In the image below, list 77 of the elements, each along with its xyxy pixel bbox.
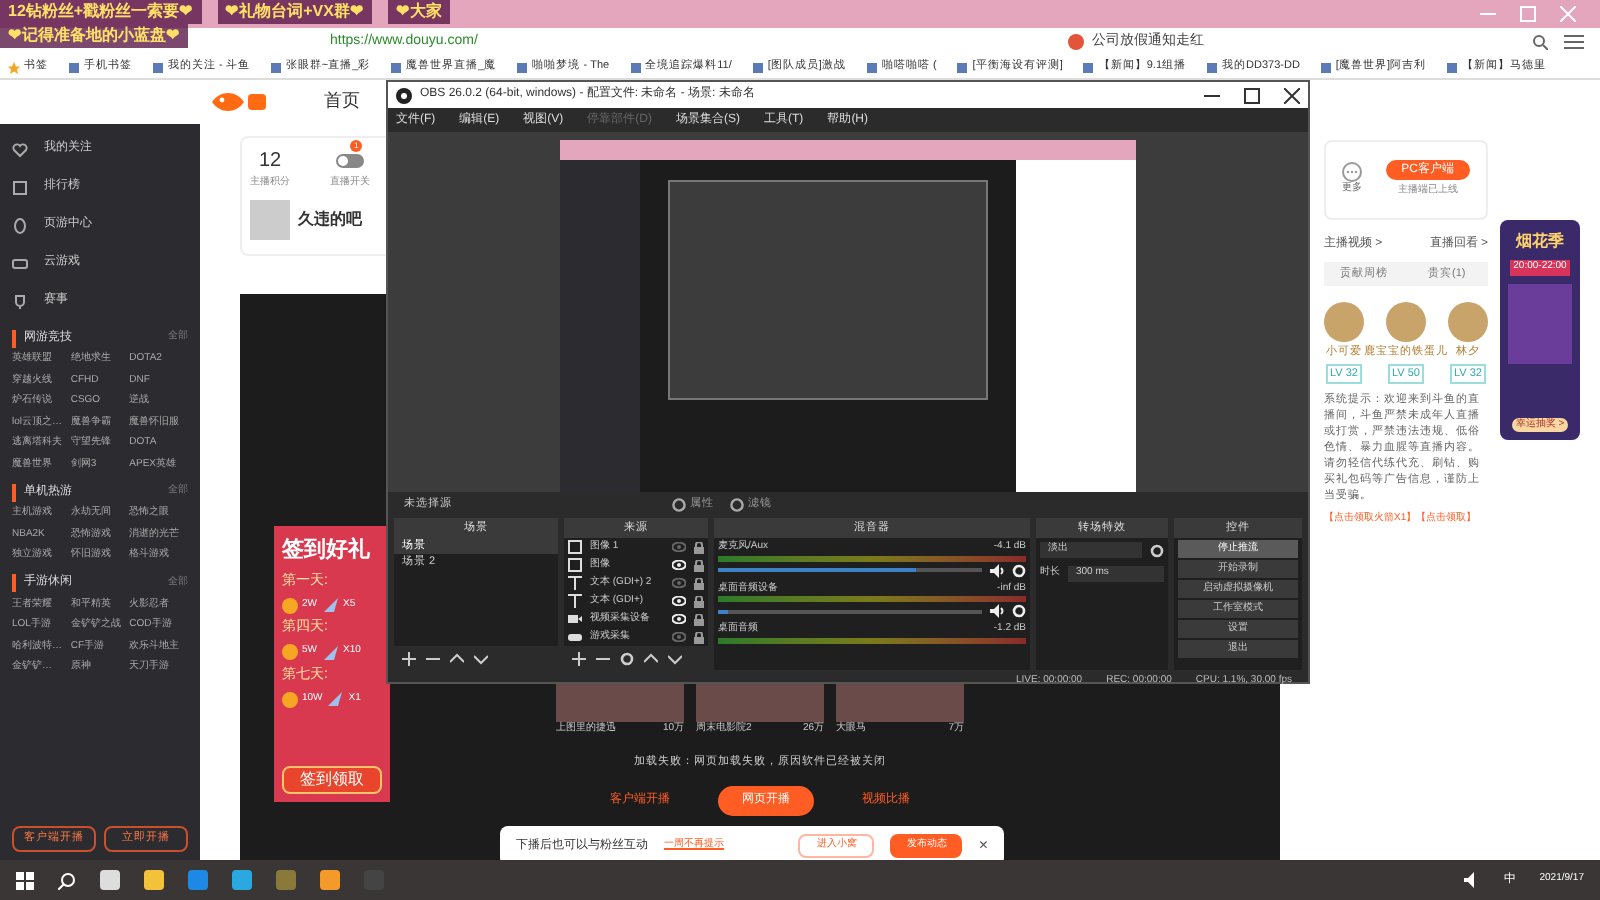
avatar-placeholder bbox=[1386, 302, 1426, 343]
app-icon bbox=[320, 870, 340, 890]
lock-icon bbox=[694, 595, 704, 607]
text-icon bbox=[568, 576, 582, 590]
close-icon bbox=[1284, 87, 1300, 103]
page-icon bbox=[1319, 61, 1332, 73]
search-engine-icon bbox=[1068, 34, 1084, 50]
up-icon bbox=[644, 651, 658, 665]
coin-icon bbox=[282, 597, 298, 613]
score-value: 12 bbox=[258, 148, 282, 176]
gear-icon bbox=[672, 498, 686, 512]
lock-icon bbox=[694, 541, 704, 553]
signin-button[interactable]: 签到领取 bbox=[282, 766, 382, 794]
gear-icon bbox=[1150, 543, 1164, 557]
photo-placeholder bbox=[250, 199, 290, 239]
nav-link[interactable]: 首页 bbox=[324, 88, 360, 116]
page-icon bbox=[865, 61, 878, 73]
page-icon bbox=[629, 61, 642, 73]
app-icon bbox=[276, 870, 296, 890]
trophy-icon bbox=[12, 293, 28, 309]
menu-icon bbox=[1564, 34, 1584, 50]
signin-title: 签到好礼 bbox=[282, 535, 372, 566]
add-icon bbox=[572, 651, 586, 665]
page-icon bbox=[516, 61, 529, 73]
live-toggle[interactable] bbox=[336, 154, 364, 168]
maximize-icon bbox=[1520, 6, 1536, 22]
add-icon bbox=[402, 651, 416, 665]
search-icon bbox=[1532, 34, 1548, 50]
down-icon bbox=[668, 651, 682, 665]
app-icon bbox=[188, 870, 208, 890]
search-icon bbox=[58, 871, 76, 889]
coin-icon bbox=[282, 644, 298, 660]
page-icon bbox=[269, 61, 282, 73]
down-icon bbox=[474, 651, 488, 665]
camera-icon bbox=[568, 612, 582, 626]
page-icon bbox=[956, 61, 969, 73]
speaker-icon bbox=[1463, 872, 1480, 888]
maximize-icon bbox=[1244, 87, 1260, 103]
page-icon bbox=[390, 61, 403, 73]
banner-text: 12钻粉丝+戳粉丝一索要❤ bbox=[0, 0, 202, 24]
windows-icon bbox=[16, 871, 34, 889]
star-icon bbox=[8, 61, 20, 73]
lock-icon bbox=[694, 631, 704, 643]
page-icon bbox=[1445, 61, 1458, 73]
room-title: 久违的吧 bbox=[298, 207, 362, 231]
promo-image bbox=[1508, 283, 1572, 363]
page-icon bbox=[751, 61, 764, 73]
banner-text: ❤礼物台词+VX群❤ bbox=[217, 0, 372, 24]
avatar-placeholder bbox=[1448, 302, 1488, 343]
fish-logo-icon bbox=[208, 88, 268, 116]
page-icon bbox=[68, 61, 80, 73]
more-icon bbox=[1342, 162, 1362, 183]
app-icon bbox=[232, 870, 252, 890]
page-icon bbox=[1206, 61, 1219, 73]
close-icon bbox=[1560, 6, 1576, 22]
up-icon bbox=[450, 651, 464, 665]
app-icon bbox=[100, 870, 120, 890]
text-icon bbox=[568, 594, 582, 608]
avatar-placeholder bbox=[1324, 302, 1364, 343]
promo-title: 烟花季 bbox=[1516, 228, 1564, 252]
lock-icon bbox=[694, 559, 704, 571]
gear-icon bbox=[620, 651, 634, 665]
page-icon bbox=[1082, 61, 1095, 73]
banner-text: ❤大家 bbox=[387, 0, 450, 24]
gear-icon bbox=[1012, 604, 1026, 618]
heart-icon bbox=[12, 141, 28, 157]
banner-text: ❤记得准备地的小蓝盘❤ bbox=[0, 24, 188, 48]
lock-icon bbox=[694, 613, 704, 625]
obs-logo-icon bbox=[396, 87, 412, 103]
coin-icon bbox=[282, 691, 298, 707]
page-icon bbox=[152, 61, 164, 73]
gear-icon bbox=[1012, 563, 1026, 577]
speaker-icon bbox=[990, 604, 1004, 618]
app-icon bbox=[144, 870, 164, 890]
speaker-icon bbox=[990, 563, 1004, 577]
lock-icon bbox=[694, 577, 704, 589]
close-button[interactable]: × bbox=[978, 834, 988, 858]
